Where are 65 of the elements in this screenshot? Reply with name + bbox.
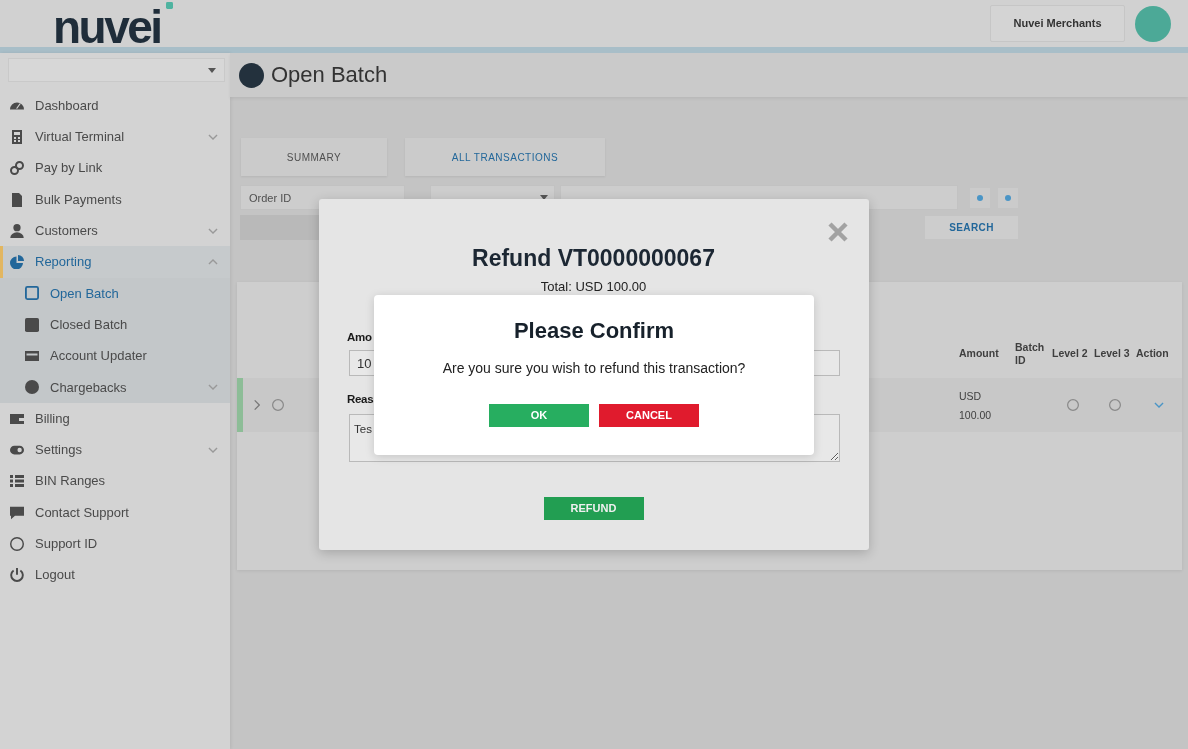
logo: nuvei	[53, 0, 161, 49]
ring-icon	[10, 536, 24, 551]
page-title: Open Batch	[271, 61, 388, 89]
dot-icon	[977, 194, 983, 201]
calculator-icon	[10, 129, 24, 144]
chevron-right-icon	[254, 400, 260, 410]
icon-button[interactable]	[970, 187, 990, 208]
sidebar-item[interactable]: Logout	[0, 559, 230, 591]
sidebar-item[interactable]: Contact Support	[0, 496, 230, 529]
avatar-icon[interactable]	[1135, 5, 1171, 42]
circle-icon	[25, 380, 39, 395]
cancel-button[interactable]: CANCEL	[599, 404, 699, 427]
dialog-title: Please Confirm	[513, 317, 675, 345]
field-label: Amo	[347, 330, 372, 344]
pie-chart-icon	[10, 255, 24, 270]
ring-icon	[1109, 399, 1121, 411]
sidebar-item[interactable]: Dashboard	[0, 90, 230, 122]
square-icon	[25, 317, 39, 332]
document-icon	[10, 192, 24, 207]
search-button[interactable]: SEARCH	[925, 216, 1018, 239]
ring-icon	[1067, 399, 1079, 411]
sidebar-item[interactable]: Closed Batch	[0, 309, 230, 341]
dot-icon	[1005, 194, 1011, 201]
sidebar-item[interactable]: BIN Ranges	[0, 465, 230, 497]
person-icon	[10, 223, 24, 238]
sidebar-item[interactable]: Open Batch	[0, 277, 230, 310]
chat-bubble-icon	[10, 505, 24, 520]
sidebar-item[interactable]: Customers	[0, 215, 230, 247]
tab[interactable]: ALL TRANSACTIONS	[405, 138, 605, 176]
chevron-down-icon	[1154, 402, 1164, 408]
card-icon	[25, 349, 39, 363]
dialog-title: Refund VT0000000067	[471, 244, 716, 273]
column-header: Amount	[959, 347, 1000, 361]
sidebar-item[interactable]: Chargebacks	[0, 371, 230, 403]
filter-button[interactable]	[240, 215, 320, 240]
dialog-message: Are you sure you wish to refund this transaction?	[442, 360, 746, 376]
disc-icon	[239, 62, 264, 88]
sidebar-item[interactable]: Bulk Payments	[0, 183, 230, 216]
sidebar-item[interactable]: Settings	[0, 434, 230, 466]
square-outline-icon	[25, 286, 39, 301]
column-header: Action	[1136, 347, 1170, 361]
column-header: Level 3	[1094, 347, 1131, 361]
sidebar-item[interactable]: Pay by Link	[0, 152, 230, 184]
field-label: Reas	[347, 392, 374, 406]
wallet-icon	[10, 411, 24, 426]
tab[interactable]: SUMMARY	[241, 138, 387, 176]
list-icon	[10, 474, 24, 489]
column-header: Batch ID	[1015, 340, 1046, 368]
icon-button[interactable]	[998, 187, 1018, 208]
account-select[interactable]	[8, 58, 225, 82]
total-text: Total: USD 100.00	[540, 280, 647, 294]
sidebar-item[interactable]: Reporting	[0, 246, 230, 278]
caret-icon	[208, 67, 216, 73]
close-icon	[828, 222, 848, 242]
sidebar-item[interactable]: Virtual Terminal	[0, 121, 230, 153]
column-header: Level 2	[1052, 347, 1089, 361]
sidebar-item[interactable]: Account Updater	[0, 340, 230, 372]
sidebar-item[interactable]: Billing	[0, 402, 230, 435]
ring-icon	[272, 399, 284, 411]
link-icon	[10, 161, 24, 176]
table-cell: USD 100.00	[959, 389, 992, 421]
close-button[interactable]	[827, 221, 849, 243]
sidebar-item[interactable]: Support ID	[0, 528, 230, 560]
power-icon	[10, 568, 24, 583]
account-button[interactable]: Nuvei Merchants	[990, 5, 1125, 42]
